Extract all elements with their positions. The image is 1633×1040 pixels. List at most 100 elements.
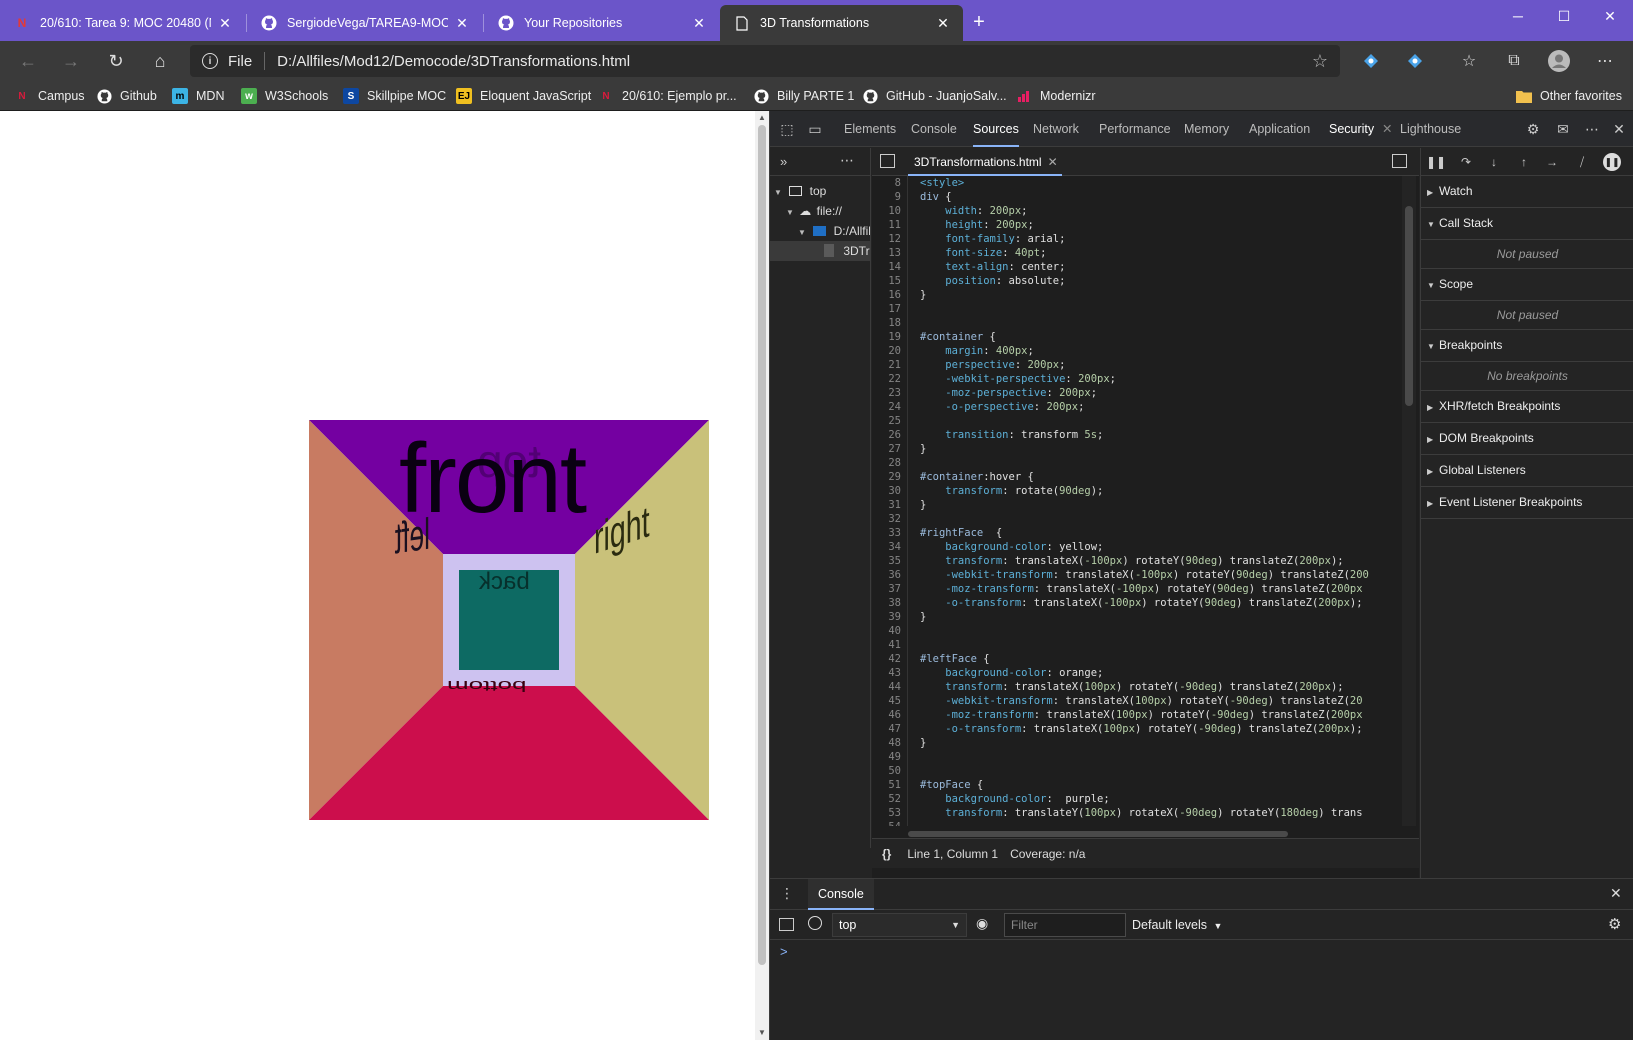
code-line[interactable]: 15 position: absolute;	[872, 274, 1400, 288]
tab-security[interactable]: Security	[1329, 111, 1374, 147]
tab-memory[interactable]: Memory	[1184, 111, 1229, 147]
tree-item-file[interactable]: ▼ ☁ file://	[786, 204, 870, 218]
tab-console[interactable]: Console	[911, 111, 957, 147]
editor-file-tab[interactable]: 3DTransformations.html ✕	[908, 148, 1062, 176]
code-line[interactable]: 21 perspective: 200px;	[872, 358, 1400, 372]
device-toolbar-icon[interactable]: ▭	[806, 120, 824, 138]
code-line[interactable]: 46 -moz-transform: translateX(100px) rot…	[872, 708, 1400, 722]
line-number[interactable]: 12	[872, 232, 908, 246]
pane-header[interactable]: ▶ XHR/fetch Breakpoints	[1421, 391, 1633, 422]
gear-icon[interactable]: ⚙	[1524, 120, 1542, 138]
code-line[interactable]: 11 height: 200px;	[872, 218, 1400, 232]
line-number[interactable]: 36	[872, 568, 908, 582]
forward-button[interactable]: →	[57, 47, 85, 75]
line-number[interactable]: 46	[872, 708, 908, 722]
code-line[interactable]: 33 #rightFace {	[872, 526, 1400, 540]
pane-header[interactable]: ▶ Event Listener Breakpoints	[1421, 487, 1633, 518]
line-number[interactable]: 35	[872, 554, 908, 568]
tree-item-folder[interactable]: ▼ D:/Allfil	[798, 224, 870, 238]
editor-scrollbar[interactable]	[1402, 176, 1416, 826]
profile-avatar[interactable]	[1547, 49, 1571, 73]
line-number[interactable]: 39	[872, 610, 908, 624]
bookmark-modernizr[interactable]: Modernizr	[1016, 86, 1096, 106]
toggle-navigator-icon[interactable]	[880, 154, 895, 168]
line-number[interactable]: 27	[872, 442, 908, 456]
code-line[interactable]: 41	[872, 638, 1400, 652]
scrollbar-thumb[interactable]	[908, 831, 1288, 837]
line-number[interactable]: 25	[872, 414, 908, 428]
url-text[interactable]: D:/Allfiles/Mod12/Democode/3DTransformat…	[277, 53, 630, 70]
code-line[interactable]: 40	[872, 624, 1400, 638]
line-number[interactable]: 30	[872, 484, 908, 498]
line-number[interactable]: 34	[872, 540, 908, 554]
line-number[interactable]: 45	[872, 694, 908, 708]
line-number[interactable]: 20	[872, 344, 908, 358]
bookmark-campus[interactable]: N Campus	[14, 86, 84, 106]
pane-header[interactable]: ▼ Scope	[1421, 269, 1633, 300]
close-icon[interactable]: ✕	[691, 15, 707, 31]
inspect-icon[interactable]: ⬚	[778, 120, 796, 138]
code-line[interactable]: 32	[872, 512, 1400, 526]
extension-icon[interactable]	[1403, 49, 1427, 73]
pane-header[interactable]: ▶ Watch	[1421, 176, 1633, 207]
scrollbar-thumb[interactable]	[1405, 206, 1413, 406]
browser-tab-2[interactable]: SergiodeVega/TAREA9-MOC-11- ✕	[247, 5, 482, 41]
pretty-print-icon[interactable]: {}	[882, 847, 891, 861]
drawer-tab-console[interactable]: Console	[808, 879, 874, 910]
editor-horizontal-scrollbar[interactable]	[908, 829, 1398, 837]
line-number[interactable]: 48	[872, 736, 908, 750]
refresh-button[interactable]: ↻	[102, 47, 130, 75]
context-select[interactable]: top ▼	[832, 913, 967, 937]
pause-icon[interactable]: ❚❚	[1426, 153, 1446, 171]
bookmark-billy[interactable]: Billy PARTE 1	[753, 86, 854, 106]
home-button[interactable]: ⌂	[146, 47, 174, 75]
line-number[interactable]: 32	[872, 512, 908, 526]
chevron-right-icon[interactable]: »	[780, 154, 787, 169]
step-over-icon[interactable]: ↷	[1457, 153, 1475, 171]
line-number[interactable]: 40	[872, 624, 908, 638]
line-number[interactable]: 29	[872, 470, 908, 484]
code-line[interactable]: 53 transform: translateY(100px) rotateX(…	[872, 806, 1400, 820]
code-line[interactable]: 25	[872, 414, 1400, 428]
bookmark-juanjo[interactable]: GitHub - JuanjoSalv...	[862, 86, 1007, 106]
close-window-button[interactable]: ✕	[1587, 0, 1633, 32]
more-menu-icon[interactable]: ⋯	[1593, 49, 1617, 73]
deactivate-breakpoints-icon[interactable]: ⧸	[1573, 153, 1591, 171]
step-icon[interactable]: →	[1543, 153, 1561, 171]
extension-icon[interactable]	[1359, 49, 1383, 73]
filter-input[interactable]: Filter	[1004, 913, 1126, 937]
line-number[interactable]: 15	[872, 274, 908, 288]
tab-application[interactable]: Application	[1249, 111, 1310, 147]
line-number[interactable]: 54	[872, 820, 908, 826]
line-number[interactable]: 18	[872, 316, 908, 330]
scrollbar-thumb[interactable]	[758, 125, 766, 965]
line-number[interactable]: 37	[872, 582, 908, 596]
line-number[interactable]: 41	[872, 638, 908, 652]
code-line[interactable]: 24 -o-perspective: 200px;	[872, 400, 1400, 414]
line-number[interactable]: 51	[872, 778, 908, 792]
code-line[interactable]: 17	[872, 302, 1400, 316]
code-line[interactable]: 45 -webkit-transform: translateX(100px) …	[872, 694, 1400, 708]
log-levels-dropdown[interactable]: Default levels ▼	[1132, 913, 1222, 937]
line-number[interactable]: 21	[872, 358, 908, 372]
other-favorites[interactable]: Other favorites	[1516, 86, 1622, 106]
line-number[interactable]: 13	[872, 246, 908, 260]
code-line[interactable]: 42 #leftFace {	[872, 652, 1400, 666]
collections-icon[interactable]: ⧉	[1502, 49, 1526, 73]
pane-header[interactable]: ▶ DOM Breakpoints	[1421, 423, 1633, 454]
cube-container[interactable]: top front left right back bottom	[309, 420, 709, 820]
code-line[interactable]: 43 background-color: orange;	[872, 666, 1400, 680]
tab-lighthouse[interactable]: Lighthouse	[1400, 111, 1461, 147]
bookmark-w3schools[interactable]: w W3Schools	[241, 86, 328, 106]
code-line[interactable]: 39}	[872, 610, 1400, 624]
close-icon[interactable]: ✕	[1610, 885, 1622, 902]
code-line[interactable]: 18	[872, 316, 1400, 330]
code-line[interactable]: 35 transform: translateX(-100px) rotateY…	[872, 554, 1400, 568]
line-number[interactable]: 10	[872, 204, 908, 218]
bookmark-ejemplo[interactable]: N 20/610: Ejemplo pr...	[598, 86, 736, 106]
line-number[interactable]: 47	[872, 722, 908, 736]
code-line[interactable]: 30 transform: rotate(90deg);	[872, 484, 1400, 498]
back-button[interactable]: ←	[14, 47, 42, 75]
code-line[interactable]: 51 #topFace {	[872, 778, 1400, 792]
new-tab-button[interactable]: +	[968, 12, 990, 34]
